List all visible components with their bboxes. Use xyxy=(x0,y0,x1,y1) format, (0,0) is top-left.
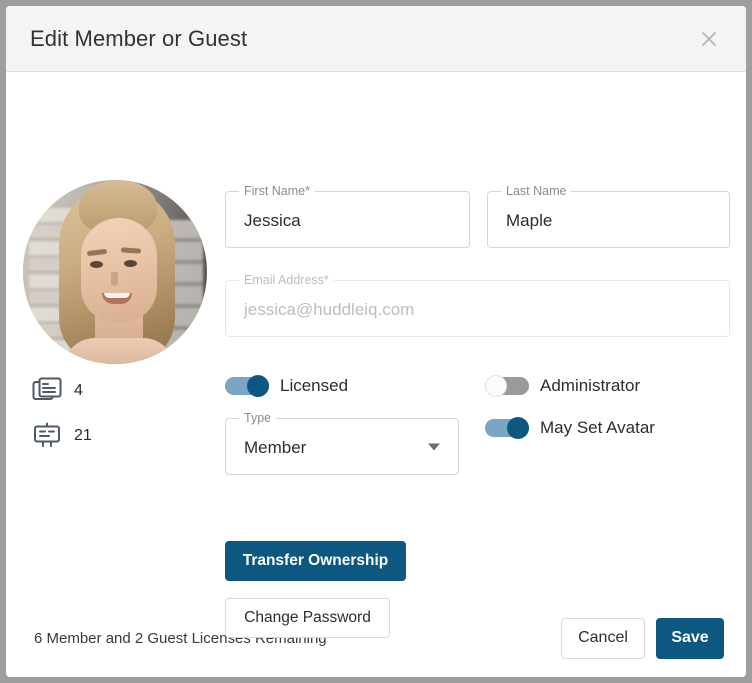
avatar[interactable] xyxy=(23,180,207,364)
cancel-button[interactable]: Cancel xyxy=(561,618,645,659)
licensed-label: Licensed xyxy=(280,376,348,396)
stat-boards: 21 xyxy=(32,422,92,450)
avatar-shoulder xyxy=(63,338,175,364)
administrator-toggle[interactable] xyxy=(485,375,529,397)
email-value: jessica@huddleiq.com xyxy=(244,299,414,319)
cards-icon xyxy=(32,377,62,405)
licensed-toggle-thumb xyxy=(247,375,269,397)
first-name-label: First Name* xyxy=(239,184,315,198)
avatar-face xyxy=(81,218,157,322)
licensed-toggle[interactable] xyxy=(225,375,269,397)
may-set-avatar-toggle-row[interactable]: May Set Avatar xyxy=(485,417,655,439)
email-field[interactable]: Email Address* jessica@huddleiq.com xyxy=(225,280,730,337)
type-select[interactable]: Type Member xyxy=(225,418,459,475)
save-button[interactable]: Save xyxy=(656,618,724,659)
avatar-teeth xyxy=(104,293,130,298)
avatar-eye-left xyxy=(90,261,103,268)
may-set-avatar-toggle[interactable] xyxy=(485,417,529,439)
chevron-down-icon[interactable] xyxy=(428,443,440,450)
avatar-eye-right xyxy=(124,260,137,267)
type-select-label: Type xyxy=(239,411,276,425)
first-name-value: Jessica xyxy=(244,210,301,230)
administrator-toggle-thumb xyxy=(485,375,507,397)
administrator-label: Administrator xyxy=(540,376,640,396)
footer-actions: Cancel Save xyxy=(561,618,724,659)
presentation-icon xyxy=(32,422,62,450)
first-name-field[interactable]: First Name* Jessica xyxy=(225,191,470,248)
page-title: Edit Member or Guest xyxy=(30,26,247,52)
email-label: Email Address* xyxy=(239,273,334,287)
dialog-header: Edit Member or Guest xyxy=(6,6,746,72)
type-select-value: Member xyxy=(244,437,306,457)
licensed-toggle-row[interactable]: Licensed xyxy=(225,375,348,397)
may-set-avatar-label: May Set Avatar xyxy=(540,418,655,438)
edit-member-dialog: Edit Member or Guest xyxy=(6,6,746,677)
close-icon[interactable] xyxy=(694,24,724,54)
may-set-avatar-toggle-thumb xyxy=(507,417,529,439)
administrator-toggle-row[interactable]: Administrator xyxy=(485,375,640,397)
avatar-nose xyxy=(111,272,118,286)
stat-cards: 4 xyxy=(32,377,83,405)
stat-cards-value: 4 xyxy=(74,382,83,400)
dialog-body: 4 21 First Name* Jessica Last Name Maple… xyxy=(6,72,746,599)
last-name-label: Last Name xyxy=(501,184,571,198)
transfer-ownership-button[interactable]: Transfer Ownership xyxy=(225,541,406,581)
last-name-value: Maple xyxy=(506,210,552,230)
stat-boards-value: 21 xyxy=(74,427,92,445)
change-password-button[interactable]: Change Password xyxy=(225,598,390,638)
last-name-field[interactable]: Last Name Maple xyxy=(487,191,730,248)
